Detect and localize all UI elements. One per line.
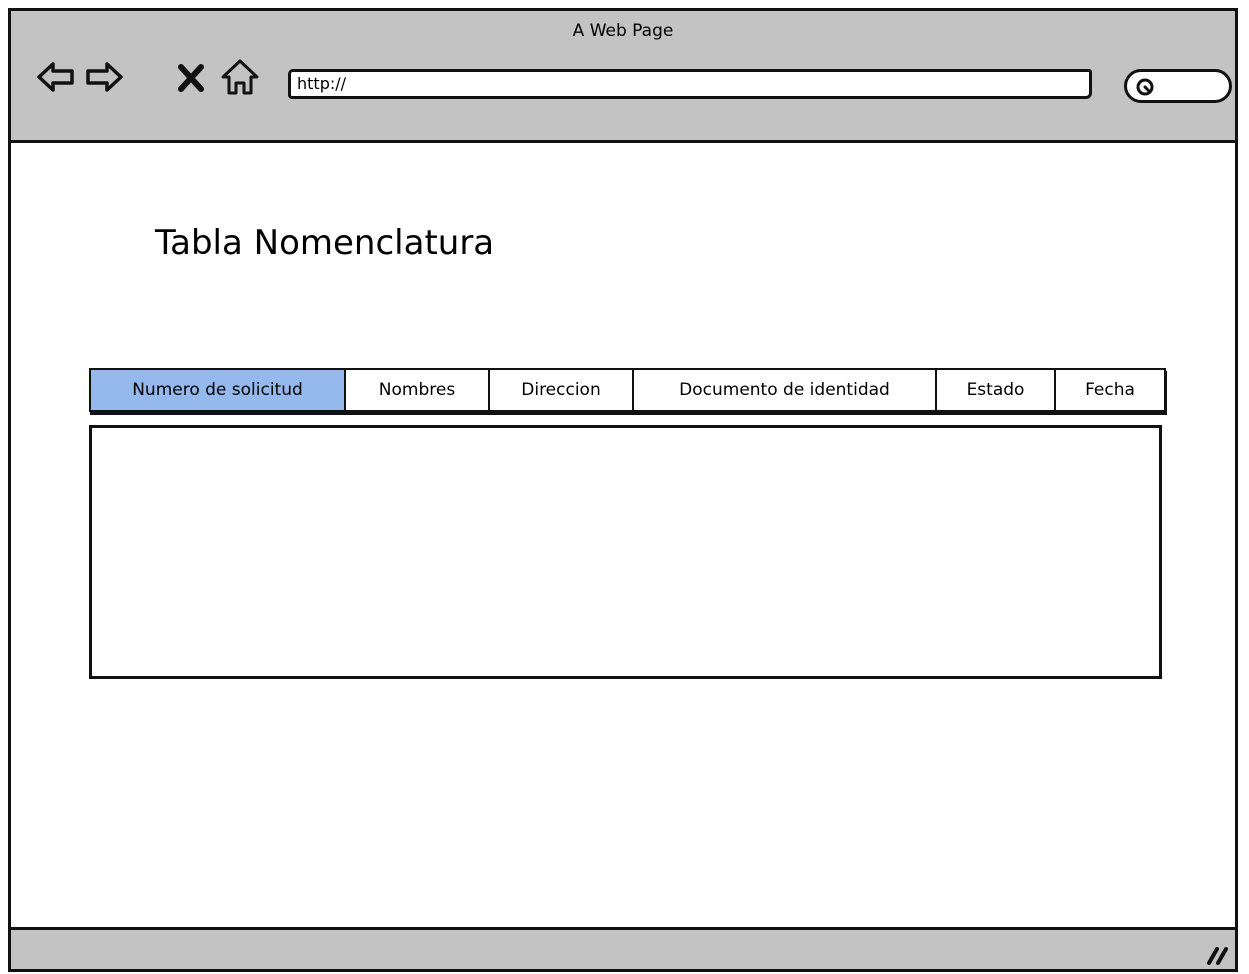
tab-label: Fecha	[1085, 380, 1135, 400]
status-bar	[11, 927, 1235, 969]
address-bar[interactable]: http://	[288, 69, 1092, 99]
page-title: Tabla Nomenclatura	[155, 223, 495, 263]
address-value: http://	[297, 74, 347, 93]
tab-nombres[interactable]: Nombres	[346, 370, 490, 410]
resize-grip-icon[interactable]	[1203, 935, 1231, 967]
tab-fecha[interactable]: Fecha	[1056, 370, 1164, 410]
tab-label: Direccion	[521, 380, 601, 400]
tab-estado[interactable]: Estado	[937, 370, 1056, 410]
tab-label: Nombres	[378, 380, 456, 400]
search-icon	[1136, 78, 1154, 96]
arrow-right-icon[interactable]	[83, 55, 125, 97]
browser-window: A Web Page http:// Tabla Nomenclatura Nu…	[8, 8, 1238, 972]
close-icon[interactable]	[171, 55, 213, 97]
page-content: Tabla Nomenclatura Numero de solicitud N…	[11, 143, 1235, 933]
arrow-left-icon[interactable]	[35, 55, 77, 97]
window-title: A Web Page	[572, 21, 674, 41]
tab-direccion[interactable]: Direccion	[490, 370, 634, 410]
tab-numero-de-solicitud[interactable]: Numero de solicitud	[91, 370, 346, 410]
search-button[interactable]	[1124, 69, 1232, 103]
home-icon[interactable]	[219, 55, 261, 97]
browser-toolbar: A Web Page http://	[11, 11, 1235, 143]
table-panel	[89, 425, 1162, 679]
tab-bar: Numero de solicitud Nombres Direccion Do…	[89, 368, 1166, 412]
tab-label: Documento de identidad	[679, 380, 890, 400]
tab-label: Estado	[966, 380, 1025, 400]
tab-documento-de-identidad[interactable]: Documento de identidad	[634, 370, 937, 410]
tab-label: Numero de solicitud	[132, 380, 303, 400]
